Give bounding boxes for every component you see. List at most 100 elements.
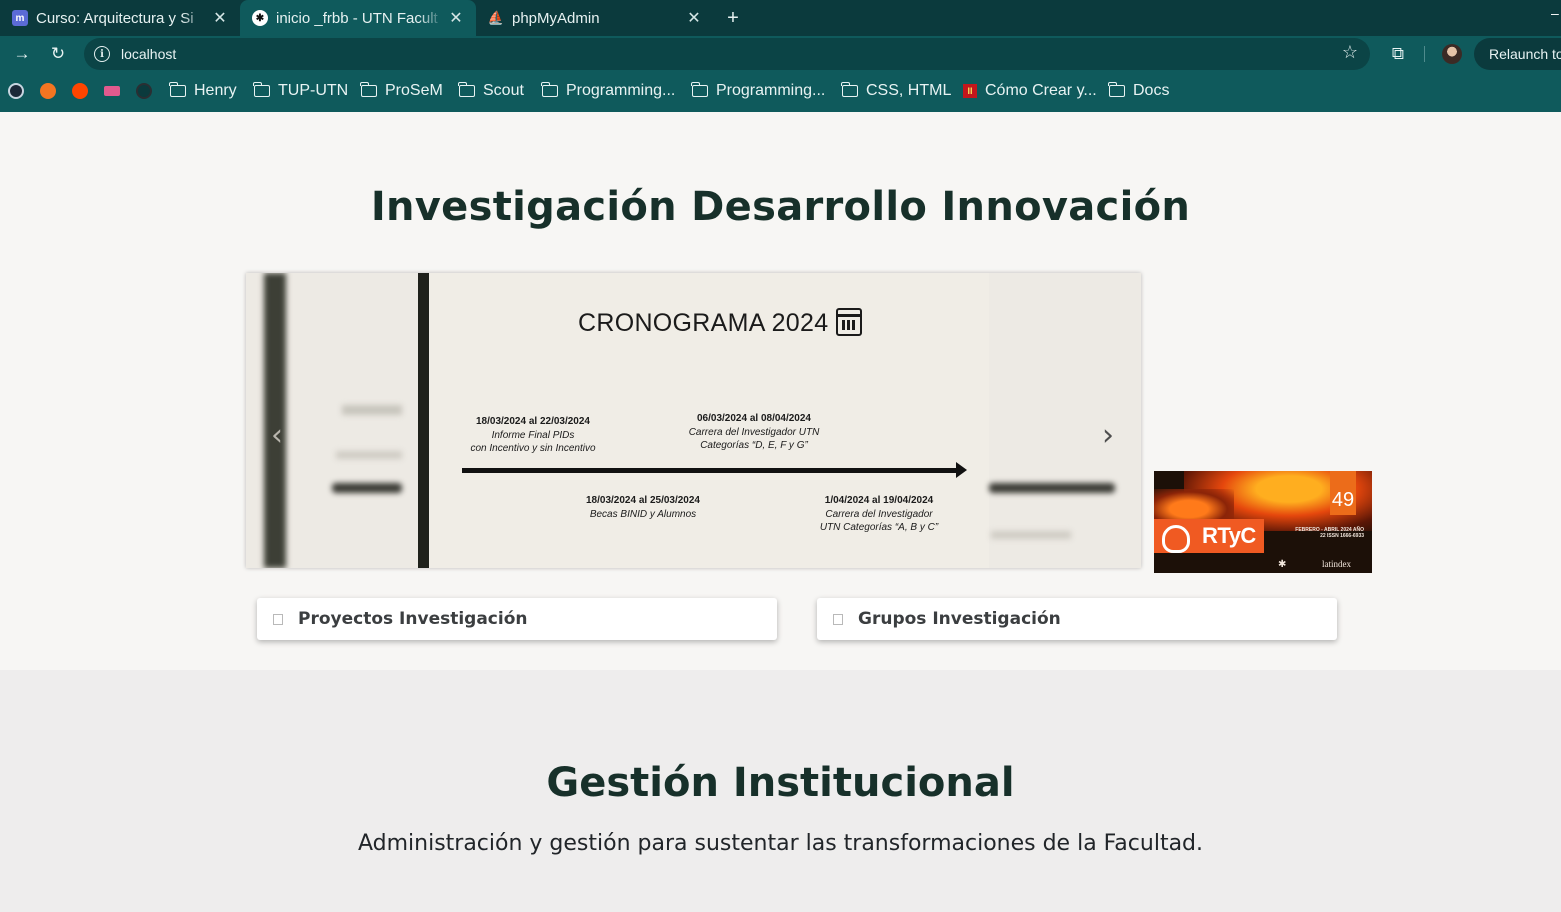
utn-logo-icon: ✱ [1278,559,1287,570]
card-label: Grupos Investigación [858,609,1061,629]
folder-icon [1108,82,1125,97]
bookmark-star-icon[interactable]: ☆ [1342,42,1358,63]
timeline-arrow [462,462,967,478]
issue-number: 49 [1330,471,1356,515]
timeline-event: 18/03/2024 al 22/03/2024 Informe Final P… [458,415,608,456]
minimize-icon[interactable]: – [1551,6,1561,20]
close-icon[interactable]: ✕ [682,8,706,28]
new-tab-button[interactable]: + [721,0,745,36]
toolbar-divider [1424,46,1425,62]
section-title: Gestión Institucional [546,760,1015,806]
event-dates: 1/04/2024 al 19/04/2024 [824,495,934,506]
folder-icon [169,82,186,97]
slide-left-bar [418,273,429,568]
research-section: Investigación Desarrollo Innovación CRON… [0,112,1561,670]
rtyc-logo: RTyC [1154,519,1264,553]
bookmark-label: Programming... [566,82,676,99]
blurred-text [991,531,1071,539]
latindex-logo: latindex [1322,559,1351,569]
institutional-section: Gestión Institucional Administración y g… [0,670,1561,912]
bookmark-prosem[interactable]: ProSeM [360,80,443,102]
folder-icon [360,82,377,97]
folder-icon [841,82,858,97]
tab-title: phpMyAdmin [512,9,600,27]
blurred-text [342,405,402,415]
carousel-prev-icon[interactable]: ‹ [266,415,288,455]
bookmark-label: Scout [483,82,524,99]
bookmark-css-html[interactable]: CSS, HTML [841,80,952,102]
bookmark-programming-1[interactable]: Programming... [541,80,676,102]
bookmark-scout[interactable]: Scout [458,80,524,102]
groups-card[interactable]: Grupos Investigación [817,598,1337,640]
event-dates: 06/03/2024 al 08/04/2024 [697,413,811,424]
folder-icon [253,82,270,97]
timeline-event: 18/03/2024 al 25/03/2024 Becas BINID y A… [568,494,718,521]
event-text: Categorías “D, E, F y G” [700,440,808,451]
tab-inicio-frbb[interactable]: ✱ inicio _frbb - UTN Facult ✕ [240,0,476,36]
issue-info: FEBRERO - ABRIL 2024 AÑO 22 ISSN 1666-69… [1295,527,1364,539]
timeline-event: 1/04/2024 al 19/04/2024 Carrera del Inve… [804,494,954,535]
mail-bookmark-icon[interactable] [104,86,120,96]
tab-title: inicio _frbb - UTN Facult [276,9,438,27]
bookmark-docs[interactable]: Docs [1108,80,1170,102]
bookmark-label: ProSeM [385,82,443,99]
tab-curso[interactable]: m Curso: Arquitectura y Si ✕ [0,0,240,36]
event-text: con Incentivo y sin Incentivo [470,443,596,454]
event-text: UTN Categorías “A, B y C” [819,522,939,533]
crunchyroll-bookmark-icon[interactable] [40,83,56,99]
forward-arrow-icon[interactable]: → [10,42,34,66]
event-text: Carrera del Investigador [825,508,933,520]
carousel-next-icon[interactable]: › [1097,415,1119,455]
blurred-arrow [989,483,1115,493]
close-icon[interactable]: ✕ [208,8,232,28]
blurred-text [336,451,402,459]
projects-card[interactable]: Proyectos Investigación [257,598,777,640]
close-icon[interactable]: ✕ [444,8,468,28]
event-dates: 18/03/2024 al 22/03/2024 [476,416,590,427]
event-text: Informe Final PIDs [491,429,575,441]
site-info-icon[interactable]: i [94,46,110,62]
folder-icon [691,82,708,97]
bookmark-label: Docs [1133,82,1170,99]
bookmark-label: Programming... [716,82,826,99]
card-icon [273,613,283,625]
bookmark-label: TUP-UTN [278,82,349,99]
url-text[interactable]: localhost [121,46,176,62]
relaunch-button[interactable]: Relaunch to [1474,38,1561,70]
tab-strip: m Curso: Arquitectura y Si ✕ ✱ inicio _f… [0,0,1561,36]
calendar-icon [836,308,862,336]
bookmark-tup-utn[interactable]: TUP-UTN [253,80,349,102]
bookmark-label: CSS, HTML [866,82,952,99]
event-text: Becas BINID y Alumnos [589,508,697,520]
address-bar[interactable]: i localhost ☆ [84,38,1370,70]
tab-phpmyadmin[interactable]: ⛵ phpMyAdmin ✕ [476,0,714,36]
red-bookmark-icon: II [963,84,977,98]
tab-title: Curso: Arquitectura y Si [36,9,194,27]
moodle-favicon-icon: m [12,10,28,26]
extensions-puzzle-icon[interactable]: ⧉ [1386,42,1410,66]
reload-icon[interactable]: ↻ [46,42,70,66]
slide-title: CRONOGRAMA 2024 [578,309,829,337]
bookmark-label: Cómo Crear y... [985,82,1097,99]
bookmark-programming-2[interactable]: Programming... [691,80,826,102]
profile-avatar[interactable] [1442,44,1462,64]
card-label: Proyectos Investigación [298,609,528,629]
utn-favicon-icon: ✱ [252,10,268,26]
reddit-bookmark-icon[interactable] [72,83,88,99]
carousel[interactable]: CRONOGRAMA 2024 18/03/2024 al 22/03/2024… [246,273,1141,568]
steam-bookmark-icon[interactable] [8,83,24,99]
blurred-arrow [332,483,402,493]
github-bookmark-icon[interactable] [136,83,152,99]
section-subtitle: Administración y gestión para sustentar … [357,831,1204,856]
browser-toolbar: → ↻ i localhost ☆ ⧉ Relaunch to [0,36,1561,72]
folder-icon [458,82,475,97]
bookmark-henry[interactable]: Henry [169,80,237,102]
folder-icon [541,82,558,97]
active-slide[interactable]: CRONOGRAMA 2024 18/03/2024 al 22/03/2024… [418,273,989,568]
event-dates: 18/03/2024 al 25/03/2024 [586,495,700,506]
bookmark-como-crear[interactable]: II Cómo Crear y... [963,80,1097,102]
event-text: Carrera del Investigador UTN [688,426,820,438]
rtyc-magazine-banner[interactable]: 49 RTyC FEBRERO - ABRIL 2024 AÑO 22 ISSN… [1154,471,1372,573]
bookmark-label: Henry [194,82,237,99]
timeline-event: 06/03/2024 al 08/04/2024 Carrera del Inv… [674,412,834,453]
